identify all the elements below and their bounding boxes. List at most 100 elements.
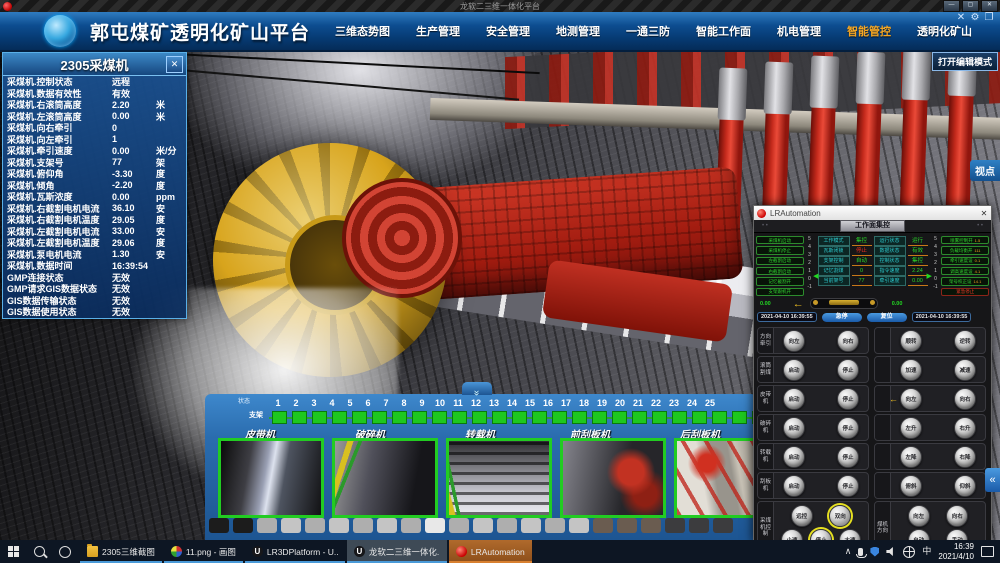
- clock[interactable]: 16:39 2021/4/10: [938, 542, 974, 562]
- minimize-button[interactable]: —: [943, 0, 960, 12]
- ime-icon[interactable]: 中: [922, 540, 931, 563]
- filmstrip-cell[interactable]: [593, 518, 613, 533]
- filmstrip-cell[interactable]: [617, 518, 637, 533]
- control-button-双向[interactable]: 双向: [829, 505, 851, 527]
- lr-function-button[interactable]: 负载均衡开111: [941, 246, 989, 254]
- nav-item-生产管理[interactable]: 生产管理: [403, 23, 473, 39]
- control-button-左降[interactable]: 左降: [900, 446, 922, 468]
- control-button-右降[interactable]: 右降: [954, 446, 976, 468]
- estop-button[interactable]: 急停: [822, 313, 862, 322]
- start-button[interactable]: [0, 540, 26, 563]
- control-button-停止[interactable]: 停止: [837, 359, 859, 381]
- filmstrip-cell[interactable]: [209, 518, 229, 533]
- camera-thumbnail-后刮板机[interactable]: [674, 438, 757, 518]
- lr-emergency-stop-button[interactable]: 紧急停止: [941, 288, 989, 296]
- nav-item-透明化矿山[interactable]: 透明化矿山: [904, 23, 985, 39]
- lr-close-icon[interactable]: ✕: [977, 209, 991, 218]
- filmstrip-cell[interactable]: [281, 518, 301, 533]
- camera-thumbnail-转载机[interactable]: [446, 438, 552, 518]
- filmstrip-cell[interactable]: [473, 518, 493, 533]
- camera-thumbnail-前刮板机[interactable]: [560, 438, 666, 518]
- nav-item-地测管理[interactable]: 地测管理: [543, 23, 613, 39]
- lr-function-button[interactable]: 左截割启动: [756, 257, 804, 265]
- lr-function-button[interactable]: 采煤机启动: [756, 236, 804, 244]
- control-button-启动[interactable]: 启动: [783, 359, 805, 381]
- control-button-左升[interactable]: 左升: [900, 417, 922, 439]
- control-button-向右[interactable]: 向右: [946, 505, 968, 527]
- control-button-俯斜[interactable]: 俯斜: [900, 475, 922, 497]
- filmstrip-cell[interactable]: [545, 518, 565, 533]
- filmstrip-cell[interactable]: [665, 518, 685, 533]
- panel-close-icon[interactable]: ✕: [166, 56, 183, 73]
- control-button-减速[interactable]: 减速: [954, 359, 976, 381]
- control-button-向右[interactable]: 向右: [954, 388, 976, 410]
- filmstrip-cell[interactable]: [401, 518, 421, 533]
- taskbar-item-龙软二三维一体化...[interactable]: U龙软二三维一体化...: [347, 540, 447, 563]
- control-button-向左[interactable]: 向左: [900, 388, 922, 410]
- control-button-加速[interactable]: 加速: [900, 359, 922, 381]
- control-button-向左[interactable]: 向左: [783, 330, 805, 352]
- control-button-远控[interactable]: 远控: [791, 505, 813, 527]
- control-button-右升[interactable]: 右升: [954, 417, 976, 439]
- taskbar-item-LRAutomation[interactable]: LRAutomation: [449, 540, 532, 563]
- control-button-启动[interactable]: 启动: [783, 475, 805, 497]
- gear-icon[interactable]: ⚙: [968, 12, 982, 23]
- tools-icon[interactable]: ✕: [954, 12, 968, 23]
- filmstrip-cell[interactable]: [689, 518, 709, 533]
- nav-item-一通三防[interactable]: 一通三防: [613, 23, 683, 39]
- edit-mode-button[interactable]: 打开编辑模式: [932, 52, 998, 71]
- lr-function-button[interactable]: 喷雾控制开1.5: [941, 236, 989, 244]
- traction-slider[interactable]: [810, 298, 878, 309]
- cortana-icon[interactable]: [52, 540, 78, 563]
- control-button-停止[interactable]: 停止: [837, 446, 859, 468]
- filmstrip-cell[interactable]: [569, 518, 589, 533]
- network-icon[interactable]: [903, 546, 915, 558]
- close-button[interactable]: ✕: [981, 0, 998, 12]
- microphone-icon[interactable]: [858, 548, 863, 556]
- control-button-逆转[interactable]: 逆转: [954, 330, 976, 352]
- lr-function-button[interactable]: 右截割启动: [756, 267, 804, 275]
- filmstrip-cell[interactable]: [521, 518, 541, 533]
- taskbar-item-LR3DPlatform - U...[interactable]: ULR3DPlatform - U...: [245, 540, 345, 563]
- filmstrip-cell[interactable]: [641, 518, 661, 533]
- control-button-向左[interactable]: 向左: [908, 505, 930, 527]
- filmstrip-cell[interactable]: [329, 518, 349, 533]
- lr-function-button[interactable]: 支架跟机开: [756, 288, 804, 296]
- filmstrip-cell[interactable]: [425, 518, 445, 533]
- panel-collapse-chevron[interactable]: «: [462, 382, 492, 395]
- collapse-side-tab[interactable]: «: [985, 468, 1000, 492]
- viewpoint-tab[interactable]: 视点: [970, 160, 1000, 181]
- tray-chevron-icon[interactable]: ∧: [845, 540, 852, 563]
- control-button-启动[interactable]: 启动: [783, 446, 805, 468]
- control-button-停止[interactable]: 停止: [837, 388, 859, 410]
- filmstrip-cell[interactable]: [305, 518, 325, 533]
- lr-function-button[interactable]: 调高速度设4.1: [941, 267, 989, 275]
- taskbar-item-2305三维截图[interactable]: 2305三维截图: [80, 540, 162, 563]
- nav-item-安全管理[interactable]: 安全管理: [473, 23, 543, 39]
- control-button-启动[interactable]: 启动: [783, 388, 805, 410]
- control-button-启动[interactable]: 启动: [783, 417, 805, 439]
- notification-icon[interactable]: [981, 546, 994, 557]
- maximize-button[interactable]: ▢: [962, 0, 979, 12]
- filmstrip-cell[interactable]: [497, 518, 517, 533]
- nav-item-智能工作面[interactable]: 智能工作面: [683, 23, 764, 39]
- filmstrip-cell[interactable]: [257, 518, 277, 533]
- speaker-icon[interactable]: [886, 547, 896, 556]
- control-button-停止[interactable]: 停止: [837, 417, 859, 439]
- filmstrip-cell[interactable]: [449, 518, 469, 533]
- control-button-停止[interactable]: 停止: [837, 475, 859, 497]
- control-button-向右[interactable]: 向右: [837, 330, 859, 352]
- lr-function-button[interactable]: 采煤机停止: [756, 246, 804, 254]
- camera-thumbnail-破碎机[interactable]: [332, 438, 438, 518]
- control-button-顺转[interactable]: 顺转: [900, 330, 922, 352]
- shield-icon[interactable]: [870, 547, 879, 557]
- camera-thumbnail-皮带机[interactable]: [218, 438, 324, 518]
- control-button-仰斜[interactable]: 仰斜: [954, 475, 976, 497]
- nav-item-智能管控[interactable]: 智能管控: [834, 23, 904, 39]
- lr-function-button[interactable]: 记忆截割开: [756, 277, 804, 285]
- workface-control-tab[interactable]: 工作面集控: [840, 220, 905, 232]
- lr-function-button[interactable]: 牵引速度设0.1: [941, 257, 989, 265]
- nav-item-三维态势图[interactable]: 三维态势图: [322, 23, 403, 39]
- nav-item-机电管理[interactable]: 机电管理: [764, 23, 834, 39]
- filmstrip-cell[interactable]: [233, 518, 253, 533]
